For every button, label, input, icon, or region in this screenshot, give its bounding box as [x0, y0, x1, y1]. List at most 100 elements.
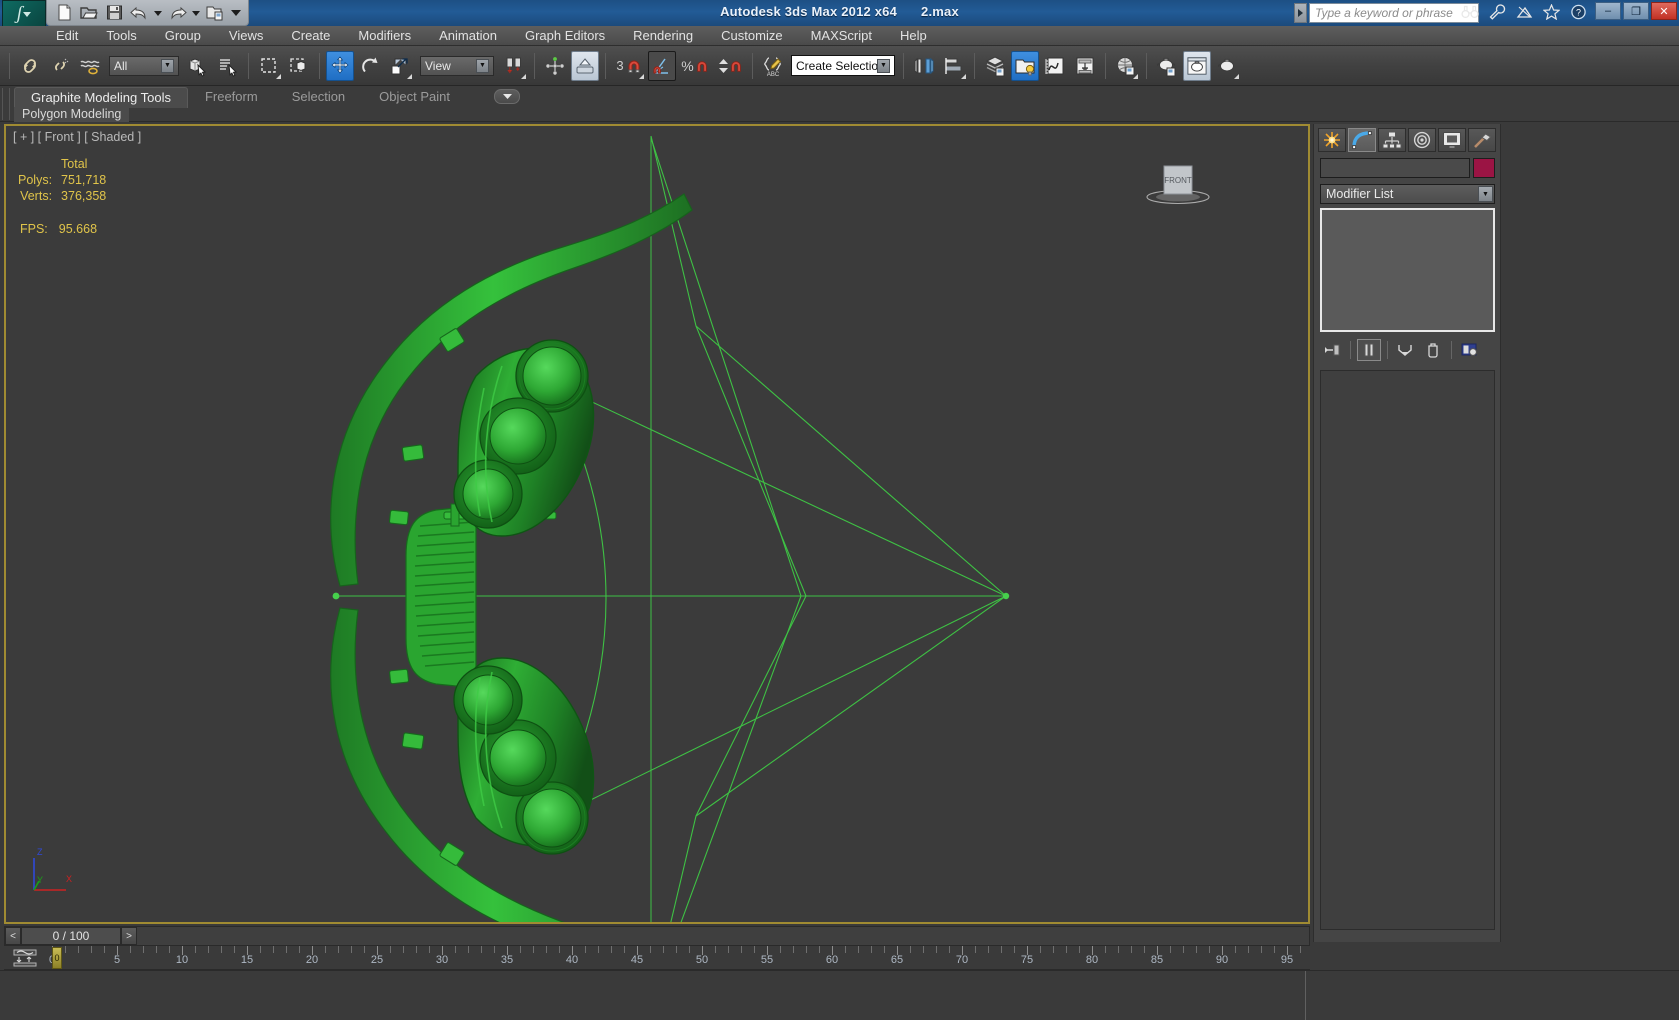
command-tab-display[interactable]: [1438, 128, 1466, 152]
viewport-front[interactable]: [ + ] [ Front ] [ Shaded ] Total Polys: …: [4, 124, 1310, 924]
flyout-indicator[interactable]: [1234, 73, 1239, 79]
bind-to-space-warp-button[interactable]: [76, 51, 104, 81]
reference-coordinate-system-combo[interactable]: View ▼: [420, 55, 494, 76]
flyout-indicator[interactable]: [639, 73, 644, 79]
menu-item-help[interactable]: Help: [886, 26, 941, 46]
next-frame-button[interactable]: >: [121, 927, 137, 945]
previous-frame-button[interactable]: <: [5, 927, 21, 945]
schematic-view-button[interactable]: [1071, 51, 1099, 81]
minimize-button[interactable]: –: [1595, 2, 1621, 20]
menu-item-graph-editors[interactable]: Graph Editors: [511, 26, 619, 46]
trash-icon[interactable]: [1421, 339, 1445, 361]
modifier-rollout-area[interactable]: [1320, 370, 1495, 930]
select-and-manipulate-button[interactable]: [541, 51, 569, 81]
chevron-down-icon[interactable]: ▼: [161, 58, 174, 73]
ribbon-panel-polygon-modeling[interactable]: Polygon Modeling: [14, 107, 130, 122]
command-tab-motion[interactable]: [1408, 128, 1436, 152]
select-and-scale-button[interactable]: [386, 51, 414, 81]
object-name-field[interactable]: [1320, 158, 1470, 178]
rectangular-selection-region-button[interactable]: [255, 51, 283, 81]
rendered-frame-window-button[interactable]: [1183, 50, 1211, 81]
ribbon-drag-handle[interactable]: [2, 88, 10, 120]
menu-item-group[interactable]: Group: [151, 26, 215, 46]
command-tab-modify[interactable]: [1348, 128, 1376, 152]
time-slider-playhead[interactable]: 0: [52, 947, 62, 969]
menu-item-tools[interactable]: Tools: [92, 26, 150, 46]
menu-item-views[interactable]: Views: [215, 26, 277, 46]
show-end-result-icon[interactable]: [1357, 339, 1381, 361]
menu-item-rendering[interactable]: Rendering: [619, 26, 707, 46]
chevron-down-icon[interactable]: ▼: [1478, 186, 1493, 202]
keyboard-shortcut-override-button[interactable]: [571, 50, 599, 81]
star-icon[interactable]: [1541, 2, 1561, 22]
edit-named-selection-sets-button[interactable]: ABC: [759, 51, 787, 81]
close-button[interactable]: ✕: [1651, 2, 1677, 20]
flyout-indicator[interactable]: [521, 73, 526, 79]
search-expand-caret[interactable]: [1294, 3, 1307, 23]
selection-filter-combo[interactable]: All ▼: [109, 55, 179, 76]
select-and-link-button[interactable]: [16, 51, 44, 81]
command-tab-utilities[interactable]: [1468, 128, 1496, 152]
align-button[interactable]: [940, 51, 968, 81]
flyout-indicator[interactable]: [276, 73, 281, 79]
menu-item-maxscript[interactable]: MAXScript: [797, 26, 886, 46]
command-tab-create[interactable]: [1318, 128, 1346, 152]
angle-snap-toggle-button[interactable]: [648, 50, 676, 81]
object-color-swatch[interactable]: [1473, 158, 1495, 178]
tab-selection[interactable]: Selection: [275, 86, 362, 108]
pin-stack-icon[interactable]: [1320, 339, 1344, 361]
search-input[interactable]: Type a keyword or phrase: [1309, 3, 1479, 23]
modifier-stack-list[interactable]: [1320, 208, 1495, 332]
curve-editor-button[interactable]: [1041, 51, 1069, 81]
menu-item-edit[interactable]: Edit: [42, 26, 92, 46]
window-crossing-toggle-button[interactable]: [285, 51, 313, 81]
mirror-button[interactable]: [910, 51, 938, 81]
flyout-indicator[interactable]: [961, 73, 966, 79]
make-unique-icon[interactable]: [1394, 339, 1418, 361]
use-center-flyout-button[interactable]: [500, 51, 528, 81]
compound-bow-model[interactable]: [6, 126, 1310, 924]
tab-graphite-modeling-tools[interactable]: Graphite Modeling Tools: [14, 87, 188, 108]
tab-object-paint[interactable]: Object Paint: [362, 86, 467, 108]
configure-sets-icon[interactable]: [1458, 339, 1482, 361]
select-and-rotate-button[interactable]: [356, 51, 384, 81]
flyout-indicator[interactable]: [1133, 73, 1138, 79]
chevron-down-icon[interactable]: ▼: [877, 58, 890, 73]
snaps-toggle-button[interactable]: 3: [612, 51, 646, 81]
satellite-dish-icon[interactable]: [1514, 2, 1534, 22]
menu-item-create[interactable]: Create: [277, 26, 344, 46]
tick-label-20: 20: [305, 954, 319, 966]
tab-freeform[interactable]: Freeform: [188, 86, 275, 108]
command-tab-hierarchy[interactable]: [1378, 128, 1406, 152]
layer-manager-button[interactable]: [981, 51, 1009, 81]
track-bar[interactable]: 0 5 10 15 20 25 30 35 40 45 50 55 60: [4, 946, 1310, 970]
percent-snap-toggle-button[interactable]: %: [678, 51, 712, 81]
track-bar-ruler[interactable]: 0 5 10 15 20 25 30 35 40 45 50 55 60: [46, 946, 1306, 970]
render-production-button[interactable]: [1213, 51, 1241, 81]
menu-item-modifiers[interactable]: Modifiers: [344, 26, 425, 46]
select-and-move-button[interactable]: [326, 50, 354, 81]
ribbon-overflow-menu[interactable]: [494, 89, 520, 104]
modifier-list-combo[interactable]: Modifier List ▼: [1320, 184, 1495, 204]
menu-item-animation[interactable]: Animation: [425, 26, 511, 46]
restore-button[interactable]: ❐: [1623, 2, 1649, 20]
material-editor-button[interactable]: [1112, 51, 1140, 81]
cam-lower-b: [489, 729, 547, 787]
unlink-selection-button[interactable]: [46, 51, 74, 81]
toggle-scene-explorer-button[interactable]: [1011, 50, 1039, 81]
menu-item-customize[interactable]: Customize: [707, 26, 796, 46]
binoculars-icon[interactable]: [1460, 2, 1480, 22]
wrench-icon[interactable]: [1487, 2, 1507, 22]
spinner-snap-toggle-button[interactable]: [714, 51, 746, 81]
flyout-indicator[interactable]: [407, 73, 412, 79]
mini-curve-editor-icon[interactable]: [12, 949, 38, 967]
render-setup-button[interactable]: [1153, 51, 1181, 81]
question-circle-icon[interactable]: ?: [1568, 2, 1588, 22]
chevron-down-icon[interactable]: ▼: [476, 58, 489, 73]
ribbon-tab-strip: Graphite Modeling Tools Freeform Selecti…: [14, 86, 467, 108]
select-object-button[interactable]: [184, 51, 212, 81]
named-selection-sets-combo[interactable]: Create Selection Se ▼: [791, 55, 895, 76]
select-by-name-button[interactable]: [214, 51, 242, 81]
axis-y-label: Y: [37, 875, 43, 885]
current-frame-display[interactable]: 0 / 100: [21, 927, 121, 945]
